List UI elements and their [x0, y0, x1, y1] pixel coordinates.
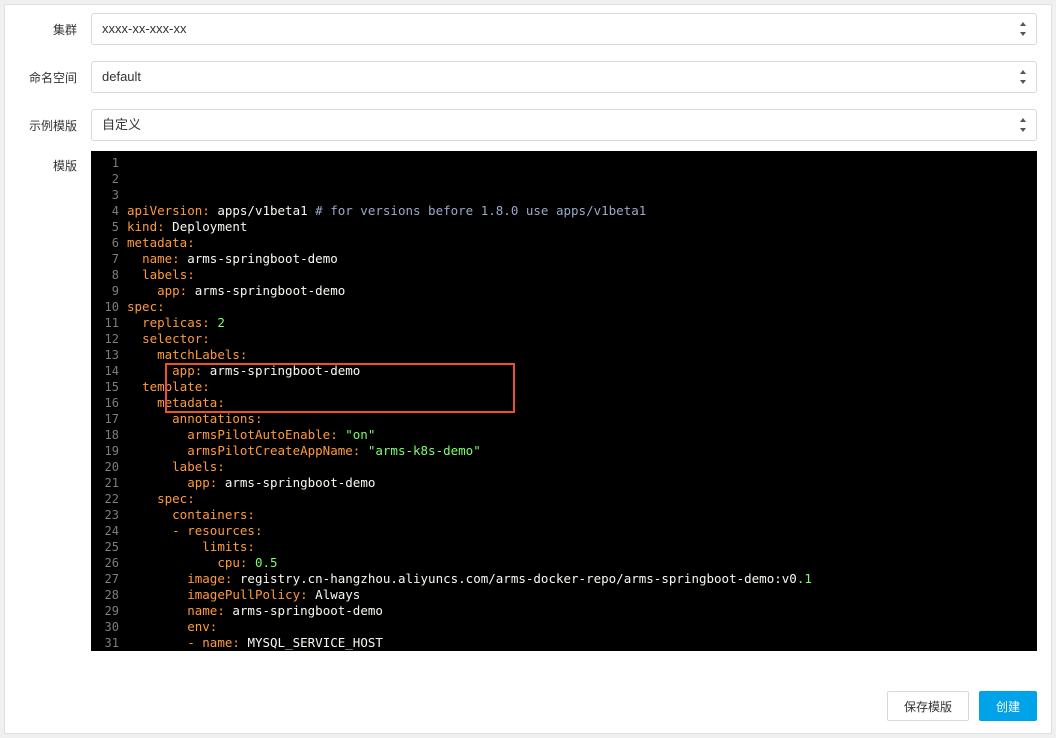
- row-cluster: 集群 xxxx-xx-xxx-xx: [5, 5, 1051, 53]
- yaml-editor[interactable]: 1234567891011121314151617181920212223242…: [91, 151, 1037, 651]
- code-area[interactable]: apiVersion: apps/v1beta1 # for versions …: [127, 155, 1037, 651]
- updown-icon: [1018, 118, 1028, 132]
- line-gutter: 1234567891011121314151617181920212223242…: [91, 155, 127, 651]
- row-namespace: 命名空间 default: [5, 53, 1051, 101]
- label-cluster: 集群: [5, 21, 91, 38]
- label-editor: 模版: [5, 151, 91, 174]
- config-panel: 集群 xxxx-xx-xxx-xx 命名空间 default 示例模版 自定义 …: [4, 4, 1052, 734]
- save-template-button[interactable]: 保存模版: [887, 691, 969, 721]
- create-button[interactable]: 创建: [979, 691, 1037, 721]
- label-template-example: 示例模版: [5, 117, 91, 134]
- select-cluster-value: xxxx-xx-xxx-xx: [102, 21, 187, 36]
- select-template-example-value: 自定义: [102, 117, 141, 132]
- select-namespace-value: default: [102, 69, 141, 84]
- select-template-example[interactable]: 自定义: [91, 109, 1037, 141]
- updown-icon: [1018, 70, 1028, 84]
- updown-icon: [1018, 22, 1028, 36]
- row-template-example: 示例模版 自定义: [5, 101, 1051, 149]
- select-namespace[interactable]: default: [91, 61, 1037, 93]
- label-namespace: 命名空间: [5, 69, 91, 86]
- footer: 保存模版 创建: [887, 691, 1037, 721]
- select-cluster[interactable]: xxxx-xx-xxx-xx: [91, 13, 1037, 45]
- row-editor: 模版 1234567891011121314151617181920212223…: [5, 149, 1051, 651]
